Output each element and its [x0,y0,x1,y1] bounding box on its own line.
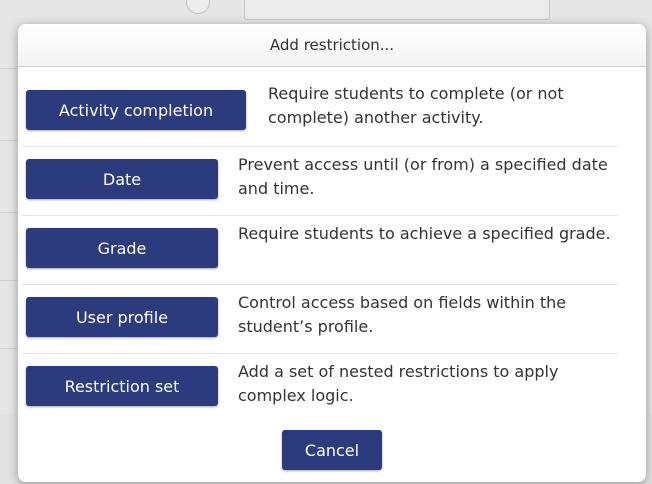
background-radio [186,0,210,14]
background-divider [0,68,18,69]
grade-button[interactable]: Grade [26,228,218,268]
activity-completion-description: Require students to complete (or not com… [268,84,564,127]
restriction-set-button[interactable]: Restriction set [26,366,218,406]
restriction-set-description: Add a set of nested restrictions to appl… [238,362,559,405]
date-button[interactable]: Date [26,159,218,199]
dialog-title: Add restriction... [269,36,395,54]
dialog-header: Add restriction... [18,24,646,67]
grade-description: Require students to achieve a specified … [238,224,611,243]
option-row-user-profile: User profile Control access based on fie… [22,285,618,354]
restriction-options-list: Activity completion Require students to … [18,78,646,422]
background-divider [0,280,18,281]
background-divider [0,140,18,141]
activity-completion-button[interactable]: Activity completion [26,90,246,130]
option-row-restriction-set: Restriction set Add a set of nested rest… [22,354,618,422]
add-restriction-dialog: Add restriction... Activity completion R… [18,24,646,482]
background-input [244,0,550,20]
option-row-grade: Grade Require students to achieve a spec… [22,216,618,285]
option-row-date: Date Prevent access until (or from) a sp… [22,147,618,216]
option-row-activity-completion: Activity completion Require students to … [22,78,618,147]
background-divider [0,212,18,213]
cancel-button[interactable]: Cancel [282,430,382,470]
user-profile-description: Control access based on fields within th… [238,293,567,336]
user-profile-button[interactable]: User profile [26,297,218,337]
date-description: Prevent access until (or from) a specifi… [238,155,608,198]
background-divider [0,348,18,349]
